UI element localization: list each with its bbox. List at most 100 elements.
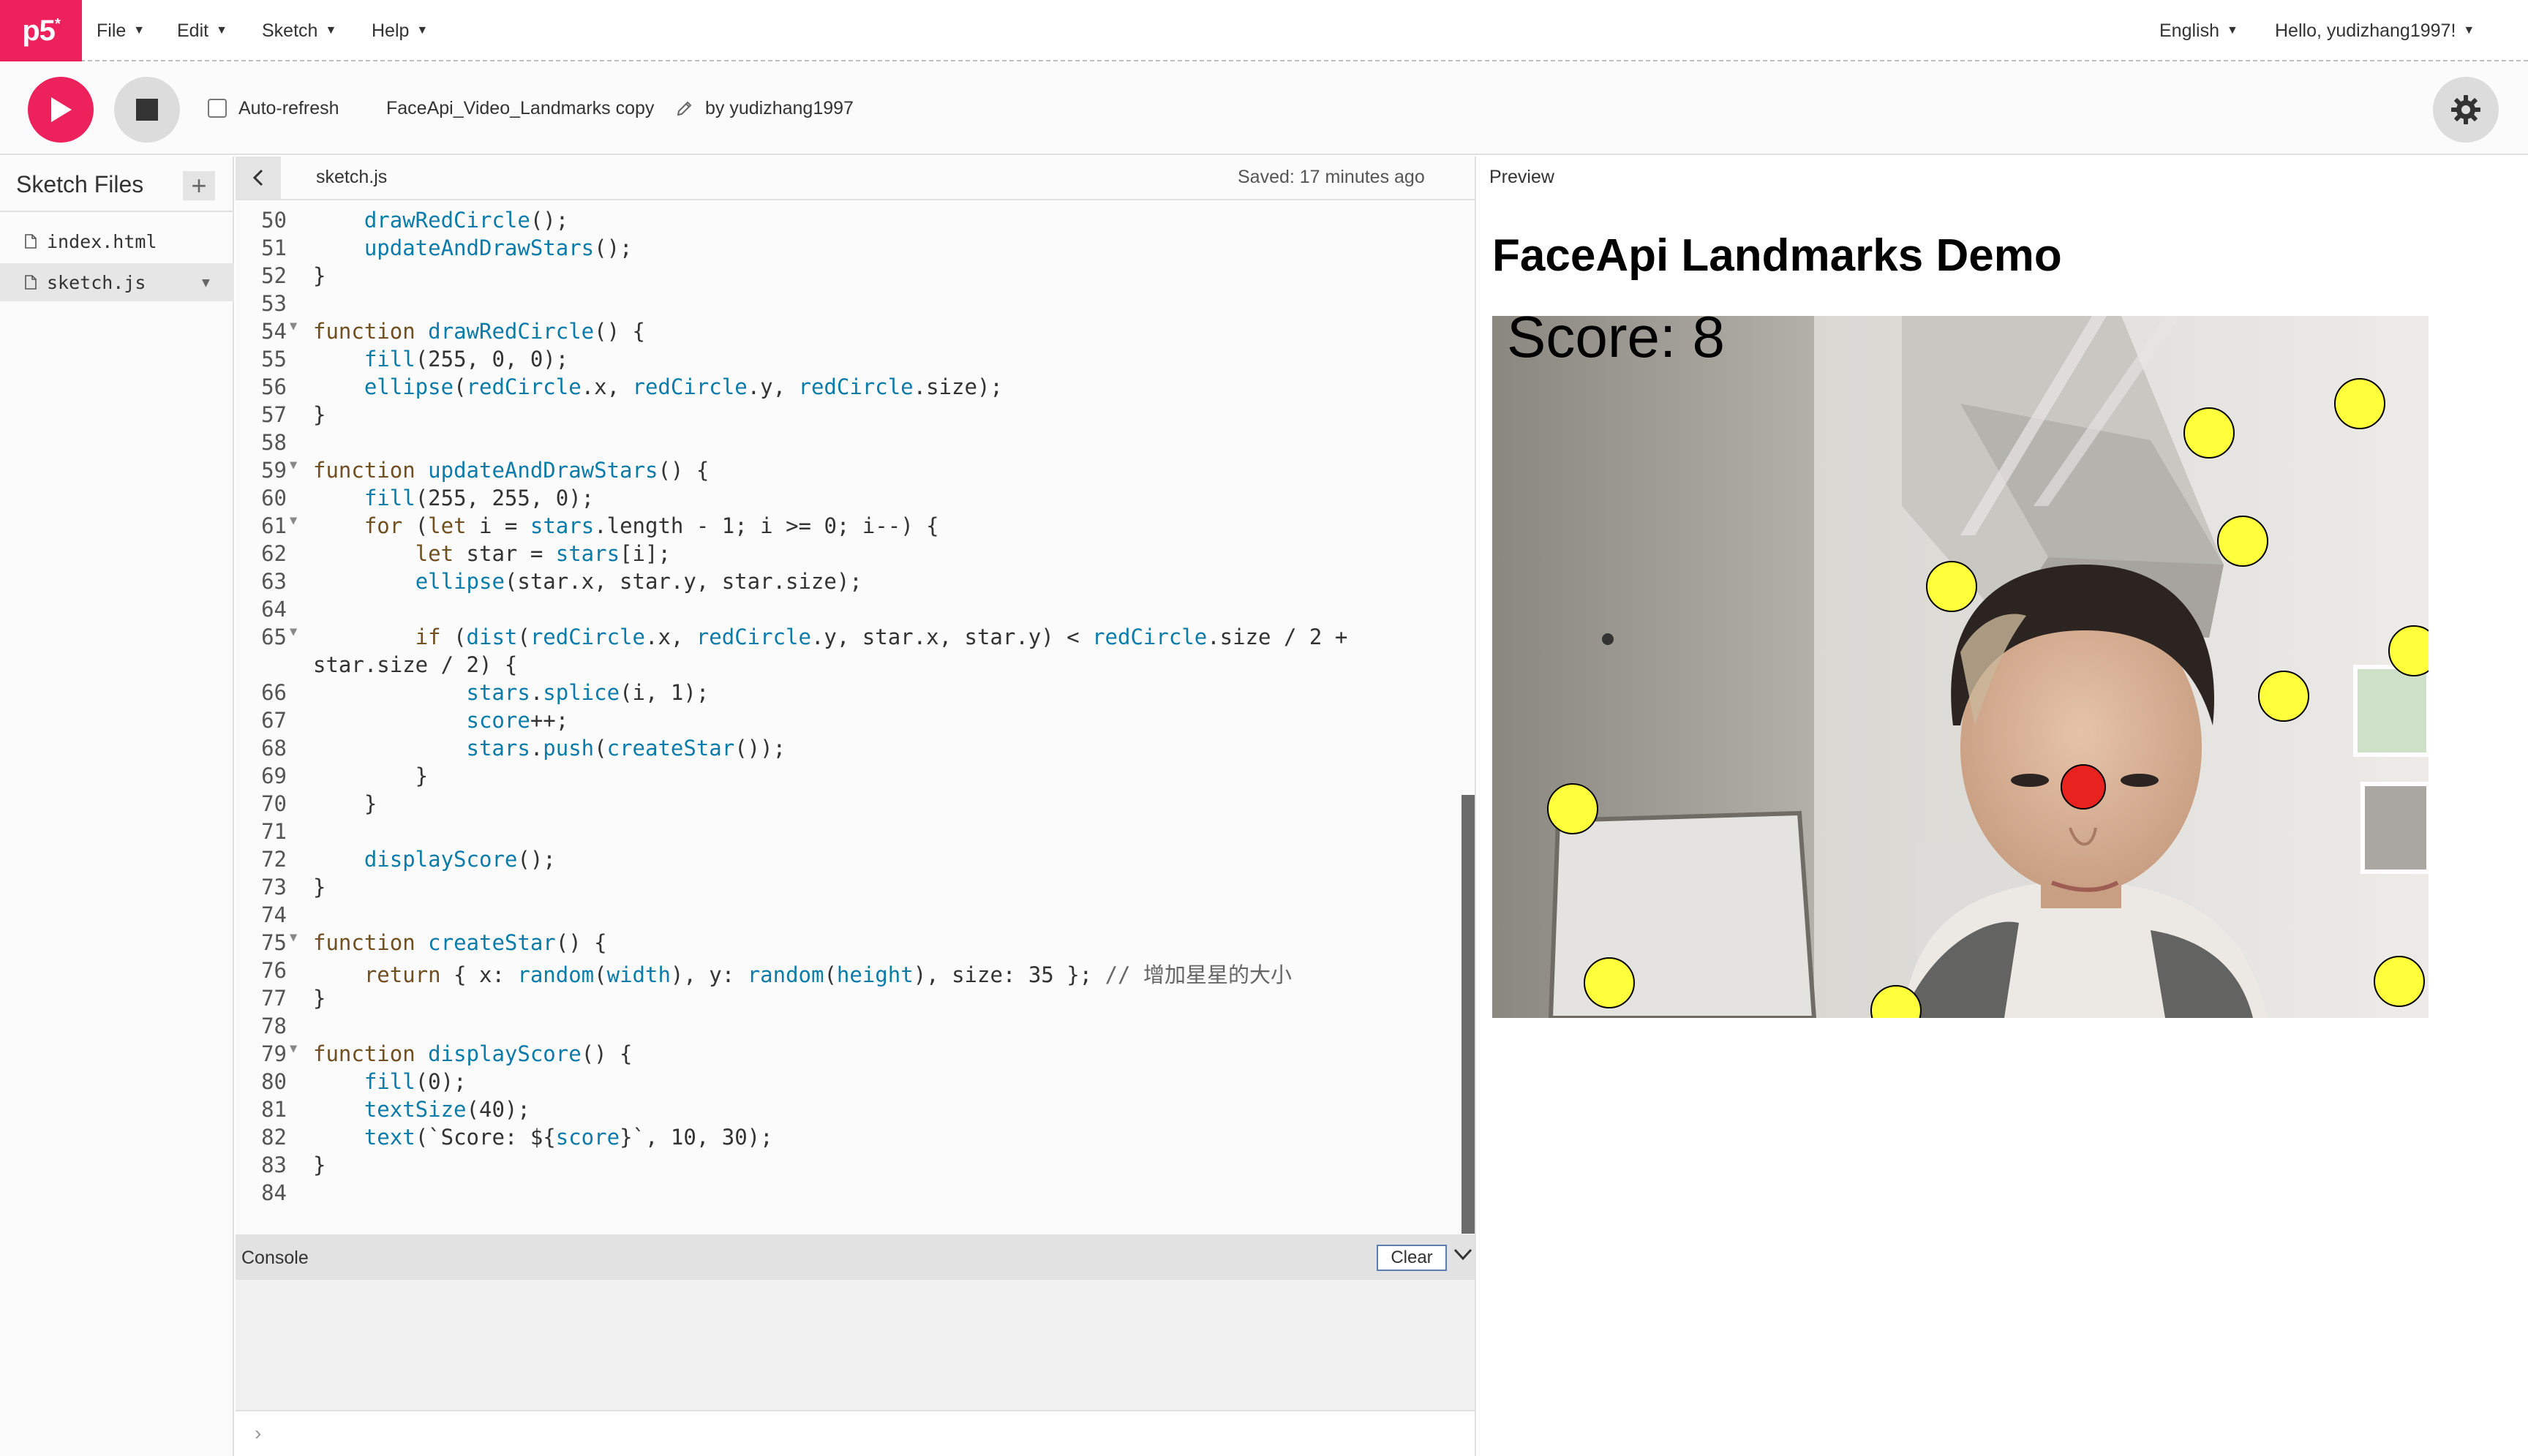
code-line: 84 xyxy=(236,1180,1464,1208)
code-line: 62 let star = stars[i]; xyxy=(236,541,1464,569)
left-eye xyxy=(2011,774,2049,787)
chevron-down-icon: ▼ xyxy=(2227,24,2238,37)
sketch-name[interactable]: FaceApi_Video_Landmarks copy xyxy=(386,98,654,119)
code-line: 82 text(`Score: ${score}`, 10, 30); xyxy=(236,1125,1464,1153)
menu-help[interactable]: Help ▼ xyxy=(372,0,428,61)
code-text: function createStar() { xyxy=(313,930,607,955)
auto-refresh-checkbox[interactable] xyxy=(208,99,227,118)
yellow-star xyxy=(2334,378,2385,429)
fold-arrow-icon[interactable]: ▼ xyxy=(290,319,297,333)
code-editor[interactable]: 50 drawRedCircle(); 51 updateAndDrawStars… xyxy=(236,202,1475,1234)
code-line: 71 xyxy=(236,819,1464,847)
stop-button[interactable] xyxy=(114,77,180,143)
code-line: 56 ellipse(redCircle.x, redCircle.y, red… xyxy=(236,374,1464,402)
code-line: 68 stars.push(createStar()); xyxy=(236,736,1464,763)
code-text: text(`Score: ${score}`, 10, 30); xyxy=(364,1125,773,1150)
line-number: 76 xyxy=(261,958,287,983)
yellow-star xyxy=(1584,957,1635,1008)
fold-arrow-icon[interactable]: ▼ xyxy=(290,458,297,472)
editor-tab-name[interactable]: sketch.js xyxy=(316,167,387,188)
console-output xyxy=(236,1280,1475,1410)
line-number: 73 xyxy=(261,875,287,899)
line-number: 63 xyxy=(261,569,287,594)
sketch-owner[interactable]: by yudizhang1997 xyxy=(705,98,854,119)
menu-sketch-label: Sketch xyxy=(262,20,318,41)
file-name: sketch.js xyxy=(47,271,146,293)
saved-status: Saved: 17 minutes ago xyxy=(1238,167,1425,187)
code-text: function displayScore() { xyxy=(313,1041,633,1066)
code-text: if (dist(redCircle.x, redCircle.y, star.… xyxy=(415,625,1348,649)
code-text: } xyxy=(313,1153,326,1177)
pencil-icon[interactable] xyxy=(676,99,693,117)
menu-edit[interactable]: Edit ▼ xyxy=(177,0,227,61)
menu-sketch[interactable]: Sketch ▼ xyxy=(262,0,336,61)
code-line: 80 fill(0); xyxy=(236,1069,1464,1097)
code-line: 51 updateAndDrawStars(); xyxy=(236,235,1464,263)
sketch-canvas[interactable]: Score: 8 xyxy=(1492,316,2429,1018)
code-line: 61 ▼ for (let i = stars.length - 1; i >= … xyxy=(236,513,1464,541)
preview-label: Preview xyxy=(1489,167,1554,187)
editor-header: sketch.js Saved: 17 minutes ago xyxy=(236,156,1475,200)
fold-arrow-icon[interactable]: ▼ xyxy=(290,625,297,639)
line-number: 82 xyxy=(261,1125,287,1150)
line-number: 52 xyxy=(261,263,287,288)
console-header: Console Clear xyxy=(236,1234,1475,1280)
collapse-sidebar-button[interactable] xyxy=(236,156,281,199)
language-label: English xyxy=(2159,20,2219,41)
code-line: 57} xyxy=(236,402,1464,430)
stop-icon xyxy=(136,99,158,121)
code-text: updateAndDrawStars(); xyxy=(364,235,633,260)
plus-icon: + xyxy=(191,170,207,200)
settings-button[interactable] xyxy=(2433,77,2499,143)
file-sketch-js[interactable]: sketch.js ▼ xyxy=(0,263,234,301)
line-number: 77 xyxy=(261,986,287,1011)
code-text: displayScore(); xyxy=(364,847,556,872)
console-clear-button[interactable]: Clear xyxy=(1377,1245,1447,1271)
line-number: 74 xyxy=(261,902,287,927)
code-text: let star = stars[i]; xyxy=(415,541,671,566)
language-menu[interactable]: English ▼ xyxy=(2159,0,2238,61)
p5-logo[interactable]: p5 * xyxy=(0,0,82,61)
code-text: stars.push(createStar()); xyxy=(466,736,786,761)
play-icon xyxy=(51,97,72,122)
chevron-down-icon[interactable] xyxy=(1453,1243,1473,1265)
code-text: fill(0); xyxy=(364,1069,467,1094)
ceiling-camera xyxy=(1602,633,1614,645)
line-number: 83 xyxy=(261,1153,287,1177)
code-line: 73} xyxy=(236,875,1464,902)
line-number: 78 xyxy=(261,1014,287,1038)
code-line: 78 xyxy=(236,1014,1464,1041)
fold-arrow-icon[interactable]: ▼ xyxy=(290,513,297,528)
editor-scrollbar[interactable] xyxy=(1462,795,1475,1234)
code-line: 66 stars.splice(i, 1); xyxy=(236,680,1464,708)
top-nav: p5 * File ▼ Edit ▼ Sketch ▼ Help ▼ English ▼ H… xyxy=(0,0,2528,61)
line-number: 53 xyxy=(261,291,287,316)
toolbar: Auto-refresh FaceApi_Video_Landmarks cop… xyxy=(0,63,2528,155)
chevron-down-icon[interactable]: ▼ xyxy=(202,275,210,290)
code-line: 64 xyxy=(236,597,1464,625)
add-file-button[interactable]: + xyxy=(183,170,215,200)
code-line: 60 fill(255, 255, 0); xyxy=(236,486,1464,513)
play-button[interactable] xyxy=(28,77,94,143)
fold-arrow-icon[interactable]: ▼ xyxy=(290,930,297,945)
sidebar-title: Sketch Files xyxy=(16,171,144,197)
yellow-star xyxy=(1926,561,1977,612)
line-number: 64 xyxy=(261,597,287,622)
wall-photo xyxy=(2353,665,2429,757)
code-line: 69 } xyxy=(236,763,1464,791)
code-text: drawRedCircle(); xyxy=(364,208,569,233)
user-menu[interactable]: Hello, yudizhang1997! ▼ xyxy=(2275,0,2475,61)
file-index-html[interactable]: index.html xyxy=(0,222,234,260)
console-input[interactable]: › xyxy=(236,1410,1475,1456)
code-line: 53 xyxy=(236,291,1464,319)
menu-file[interactable]: File ▼ xyxy=(97,0,145,61)
logo-asterisk: * xyxy=(54,15,61,32)
code-text: } xyxy=(313,791,377,816)
code-line: 81 textSize(40); xyxy=(236,1097,1464,1125)
fold-arrow-icon[interactable]: ▼ xyxy=(290,1041,297,1056)
line-number: 68 xyxy=(261,736,287,761)
line-number: 62 xyxy=(261,541,287,566)
chevron-down-icon: ▼ xyxy=(416,24,429,37)
preview-divider[interactable] xyxy=(1475,156,1476,1456)
file-icon xyxy=(25,234,37,249)
